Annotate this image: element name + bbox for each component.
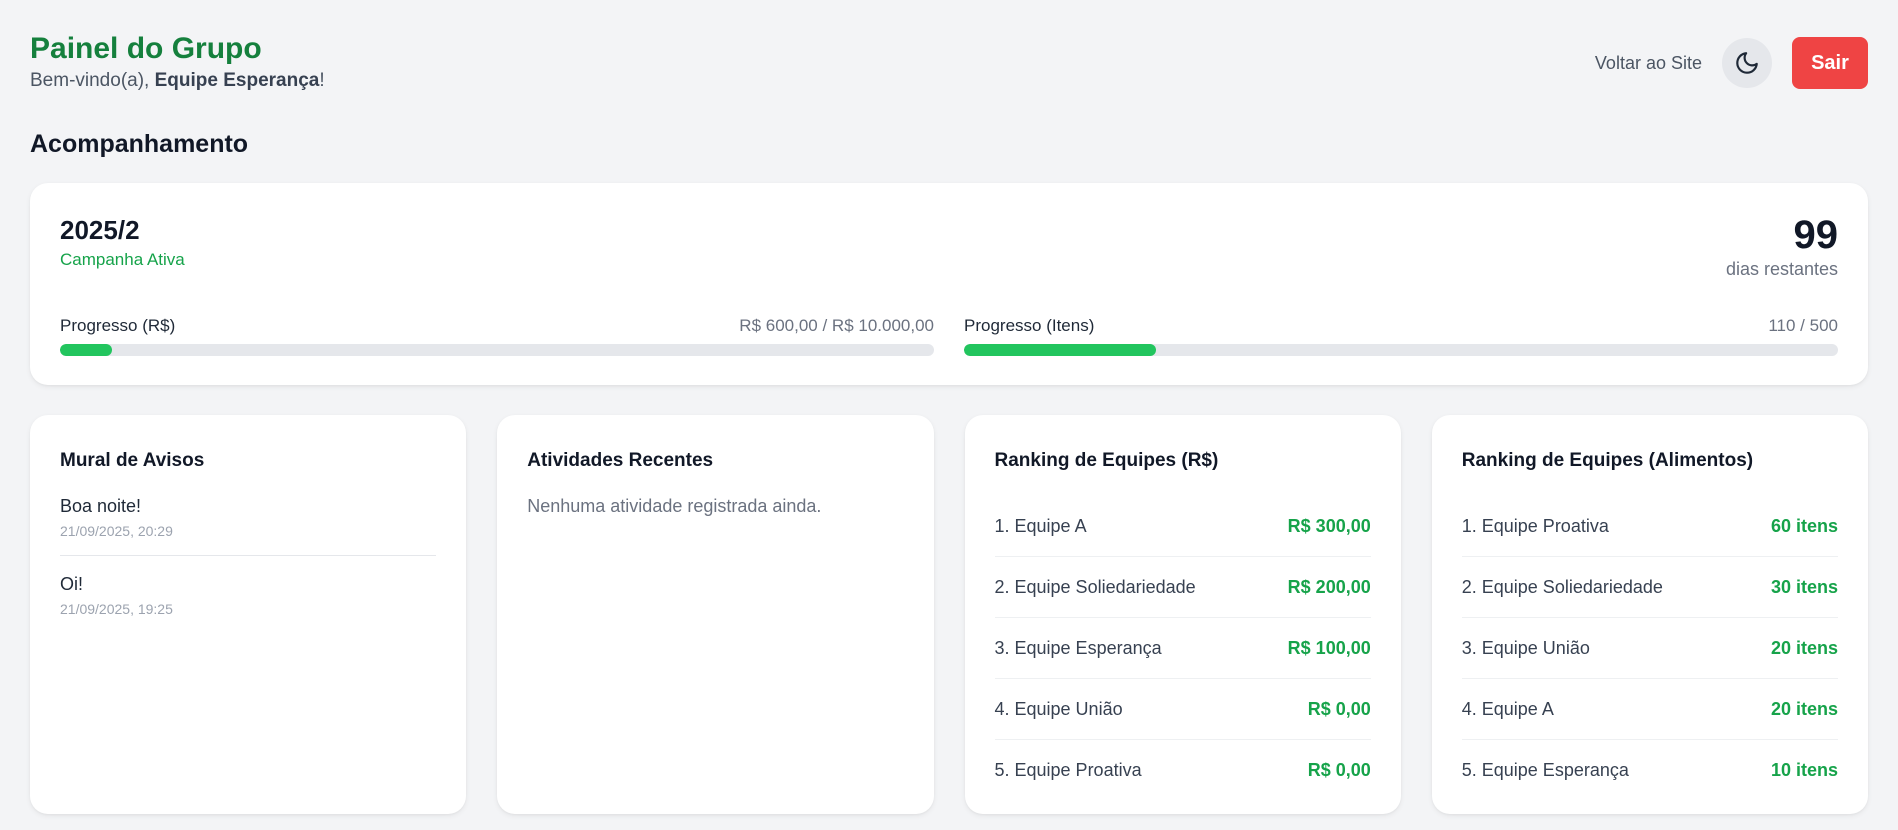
ranking-food-list: 1. Equipe Proativa 60 itens 2. Equipe Sol… <box>1461 496 1838 801</box>
campaign-period: 2025/2 <box>60 215 140 245</box>
ranking-food-title: Ranking de Equipes (Alimentos) <box>1461 450 1754 471</box>
ranking-value: R$ 100,00 <box>1287 637 1371 658</box>
progress-money: Progresso (R$) R$ 600,00 / R$ 10.000,00 <box>60 316 934 356</box>
progress-items-track <box>964 344 1838 356</box>
ranking-money-list: 1. Equipe A R$ 300,00 2. Equipe Soliedari… <box>994 496 1371 801</box>
ranking-team-name: 2. Equipe Soliedariedade <box>994 576 1196 597</box>
ranking-team-name: 1. Equipe A <box>994 515 1087 536</box>
progress-items-value: 110 / 500 <box>1768 316 1838 335</box>
days-remaining-count: 99 <box>1793 213 1839 257</box>
notice-text: Oi! <box>60 574 84 594</box>
dashboard-grid: Mural de Avisos Boa noite! 21/09/2025, 2… <box>30 415 1868 814</box>
progress-money-value: R$ 600,00 / R$ 10.000,00 <box>739 316 934 335</box>
ranking-row: 1. Equipe A R$ 300,00 <box>994 496 1371 557</box>
ranking-value: 10 itens <box>1770 760 1838 780</box>
progress-items-fill <box>964 344 1157 356</box>
ranking-value: R$ 0,00 <box>1307 698 1371 719</box>
header-actions: Voltar ao Site Sair <box>1595 37 1868 89</box>
activities-card: Atividades Recentes Nenhuma atividade re… <box>497 415 934 814</box>
days-remaining: 99 dias restantes <box>1726 213 1838 280</box>
ranking-value: 30 itens <box>1770 576 1838 597</box>
ranking-team-name: 3. Equipe Esperança <box>994 637 1162 658</box>
activities-title: Atividades Recentes <box>527 450 714 471</box>
ranking-team-name: 5. Equipe Proativa <box>994 760 1142 780</box>
progress-items: Progresso (Itens) 110 / 500 <box>964 316 1838 356</box>
days-remaining-label: dias restantes <box>1725 259 1838 279</box>
ranking-value: 20 itens <box>1770 698 1838 719</box>
notices-list: Boa noite! 21/09/2025, 20:29 Oi! 21/09/2… <box>60 496 437 633</box>
ranking-team-name: 4. Equipe União <box>994 698 1123 719</box>
team-name: Equipe Esperança <box>154 70 320 91</box>
ranking-value: 20 itens <box>1770 637 1838 658</box>
notice-item: Oi! 21/09/2025, 19:25 <box>60 574 436 633</box>
ranking-row: 1. Equipe Proativa 60 itens <box>1461 496 1838 557</box>
ranking-row: 5. Equipe Proativa R$ 0,00 <box>995 740 1371 801</box>
ranking-money-title: Ranking de Equipes (R$) <box>994 450 1219 471</box>
campaign-status: Campanha Ativa <box>60 250 185 269</box>
back-to-site-link[interactable]: Voltar ao Site <box>1595 53 1702 74</box>
ranking-row: 4. Equipe União R$ 0,00 <box>994 679 1371 740</box>
notice-text: Boa noite! <box>60 496 142 516</box>
theme-toggle-button[interactable] <box>1722 38 1772 88</box>
ranking-row: 3. Equipe União 20 itens <box>1461 618 1838 679</box>
notice-time: 21/09/2025, 20:29 <box>60 523 173 539</box>
ranking-team-name: 1. Equipe Proativa <box>1461 515 1609 536</box>
page-title: Painel do Grupo <box>30 32 262 65</box>
campaign-card: 2025/2 Campanha Ativa 99 dias restantes … <box>30 183 1868 385</box>
progress-money-track <box>60 344 934 356</box>
ranking-team-name: 3. Equipe União <box>1461 637 1590 658</box>
ranking-food-card: Ranking de Equipes (Alimentos) 1. Equipe… <box>1431 415 1868 814</box>
notices-card: Mural de Avisos Boa noite! 21/09/2025, 2… <box>30 415 467 814</box>
notice-time: 21/09/2025, 19:25 <box>60 601 173 617</box>
ranking-row: 4. Equipe A 20 itens <box>1461 679 1838 740</box>
ranking-value: 60 itens <box>1770 515 1838 536</box>
logout-button[interactable]: Sair <box>1792 37 1868 89</box>
ranking-team-name: 5. Equipe Esperança <box>1461 760 1629 780</box>
ranking-value: R$ 300,00 <box>1287 515 1371 536</box>
activities-empty-text: Nenhuma atividade registrada ainda. <box>527 496 822 516</box>
ranking-row: 3. Equipe Esperança R$ 100,00 <box>994 618 1371 679</box>
header: Painel do Grupo Bem-vindo(a), Equipe Esp… <box>30 30 1868 100</box>
welcome-suffix: ! <box>319 70 325 91</box>
ranking-value: R$ 0,00 <box>1307 760 1371 780</box>
ranking-row: 5. Equipe Esperança 10 itens <box>1462 740 1838 801</box>
ranking-team-name: 2. Equipe Soliedariedade <box>1461 576 1663 597</box>
moon-icon <box>1736 52 1758 74</box>
progress-items-label: Progresso (Itens) <box>964 316 1095 335</box>
welcome-prefix: Bem-vindo(a), <box>30 70 155 91</box>
progress-row: Progresso (R$) R$ 600,00 / R$ 10.000,00 … <box>60 316 1838 356</box>
ranking-row: 2. Equipe Soliedariedade R$ 200,00 <box>994 557 1371 618</box>
ranking-money-card: Ranking de Equipes (R$) 1. Equipe A R$ 30… <box>964 415 1401 814</box>
ranking-value: R$ 200,00 <box>1287 576 1371 597</box>
notice-item: Boa noite! 21/09/2025, 20:29 <box>60 496 437 556</box>
ranking-row: 2. Equipe Soliedariedade 30 itens <box>1461 557 1838 618</box>
progress-money-label: Progresso (R$) <box>60 316 176 335</box>
notices-title: Mural de Avisos <box>60 450 205 471</box>
page: Painel do Grupo Bem-vindo(a), Equipe Esp… <box>0 0 1898 830</box>
progress-money-fill <box>60 344 113 356</box>
welcome-text: Bem-vindo(a), Equipe Esperança! <box>30 70 1868 92</box>
section-title: Acompanhamento <box>30 130 249 158</box>
ranking-team-name: 4. Equipe A <box>1461 698 1554 719</box>
